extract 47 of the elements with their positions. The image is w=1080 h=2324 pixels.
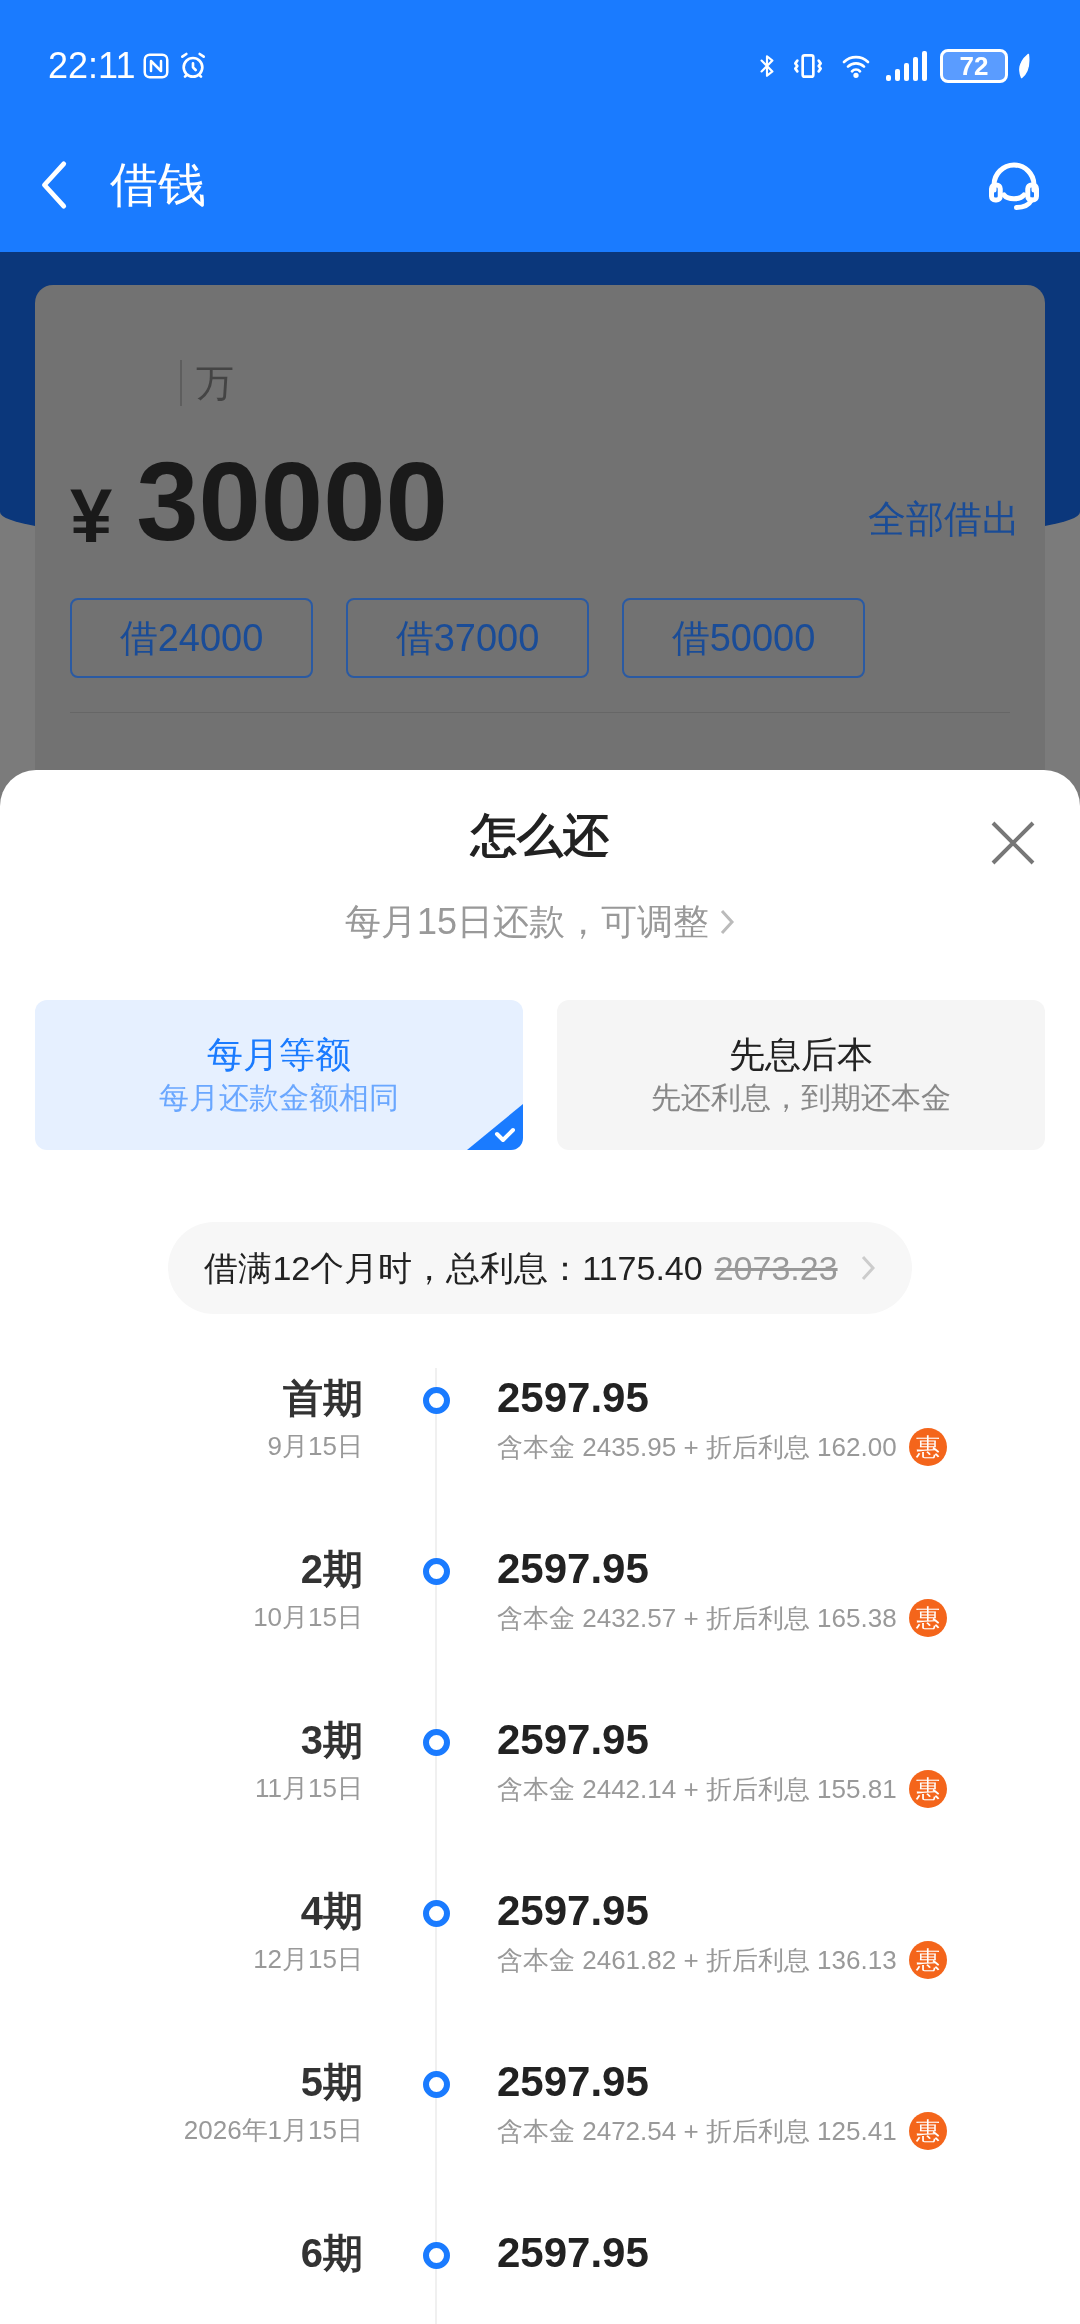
payment-breakdown: 含本金 2432.57 + 折后利息 165.38 xyxy=(497,1602,897,1635)
sheet-title: 怎么还 xyxy=(471,812,609,858)
period-label: 2期 xyxy=(300,1546,363,1593)
period-label: 3期 xyxy=(300,1717,363,1764)
period-label: 6期 xyxy=(300,2230,363,2277)
payment-amount: 2597.95 xyxy=(497,1715,650,1765)
payment-amount: 2597.95 xyxy=(497,2228,649,2278)
period-label: 4期 xyxy=(300,1888,363,1935)
payment-breakdown: 含本金 2472.54 + 折后利息 125.41 xyxy=(497,2115,897,2148)
payment-amount: 2597.95 xyxy=(497,2057,650,2107)
due-date: 12月15日 xyxy=(253,1943,363,1976)
due-date: 9月15日 xyxy=(267,1430,363,1463)
amount-chip[interactable]: 借50000 xyxy=(622,598,865,678)
discount-badge: 惠 xyxy=(908,1941,947,1979)
chevron-right-icon xyxy=(719,907,735,937)
borrow-all-link[interactable]: 全部借出 xyxy=(868,500,1020,538)
payment-amount: 2597.95 xyxy=(497,1373,650,1423)
interest-summary[interactable]: 借满12个月时，总利息：1175.40 2073.23 xyxy=(168,1222,912,1314)
check-icon xyxy=(467,1104,523,1150)
page-title: 借钱 xyxy=(110,161,206,209)
discount-badge: 惠 xyxy=(908,1770,947,1808)
battery-percent: 72 xyxy=(959,53,989,79)
payment-amount: 2597.95 xyxy=(497,1544,650,1594)
due-day-link[interactable]: 每月15日还款，可调整 xyxy=(344,904,735,940)
amount-chip[interactable]: 借37000 xyxy=(346,598,589,678)
leaf-icon xyxy=(1018,53,1032,79)
nfc-icon xyxy=(141,51,172,81)
status-time: 22:11 xyxy=(48,48,136,84)
discount-badge: 惠 xyxy=(908,2112,947,2150)
due-date: 10月15日 xyxy=(253,1601,363,1634)
chevron-right-icon xyxy=(859,1253,876,1283)
loan-amount: 30000 xyxy=(136,446,448,558)
period-label: 首期 xyxy=(283,1375,363,1422)
currency-symbol: ¥ xyxy=(70,478,113,554)
repayment-plan-option[interactable]: 每月等额 每月还款金额相同 xyxy=(35,1000,523,1150)
discount-badge: 惠 xyxy=(908,1599,947,1637)
signal-icon xyxy=(886,51,930,81)
repayment-plan-option[interactable]: 先息后本 先还利息，到期还本金 xyxy=(557,1000,1045,1150)
due-date: 2026年1月15日 xyxy=(183,2114,363,2147)
amount-chip[interactable]: 借24000 xyxy=(70,598,313,678)
payment-breakdown: 含本金 2442.14 + 折后利息 155.81 xyxy=(497,1773,897,1806)
payment-breakdown: 含本金 2461.82 + 折后利息 136.13 xyxy=(497,1944,897,1977)
due-date: 11月15日 xyxy=(255,1772,363,1805)
period-label: 5期 xyxy=(300,2059,363,2106)
discount-badge: 惠 xyxy=(908,1428,947,1466)
payment-breakdown: 含本金 2435.95 + 折后利息 162.00 xyxy=(497,1431,897,1464)
payment-amount: 2597.95 xyxy=(497,1886,650,1936)
